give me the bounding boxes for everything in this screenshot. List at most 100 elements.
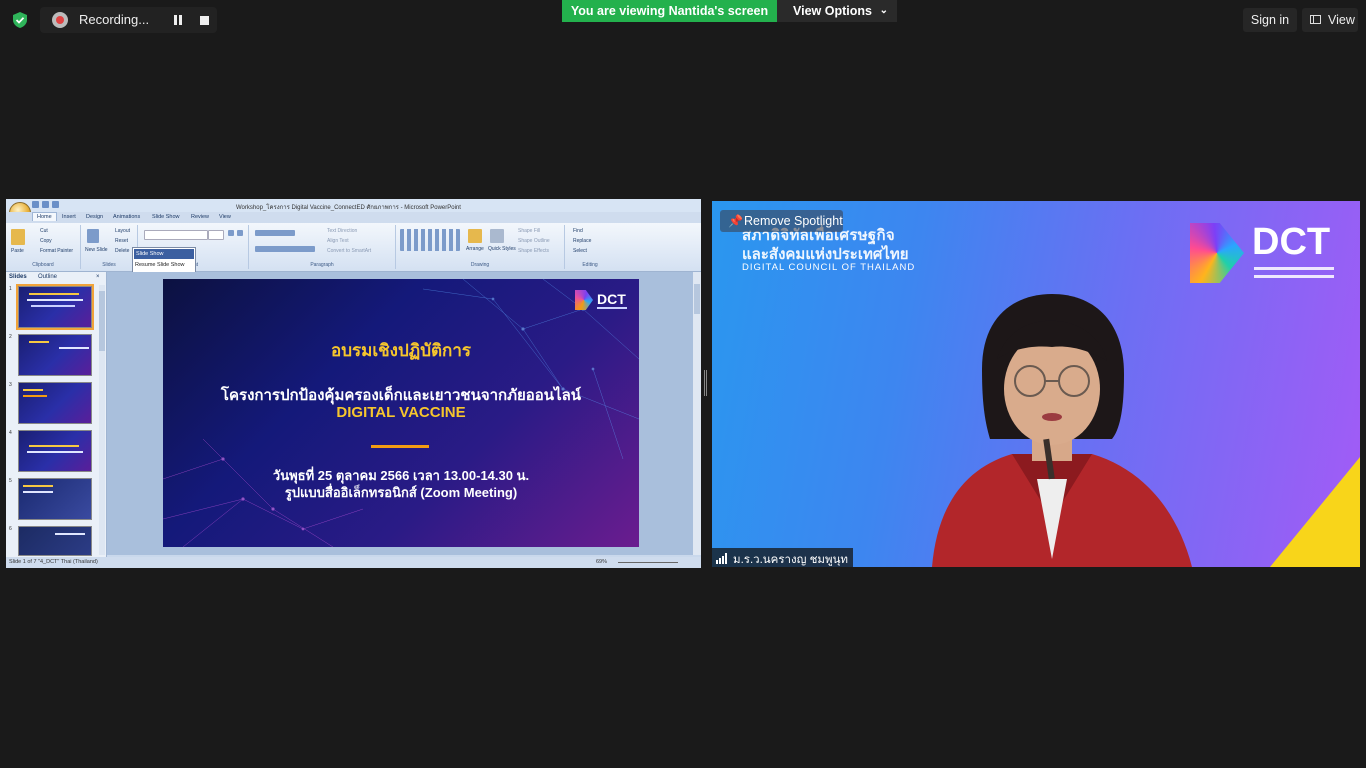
recording-label: Recording... [79,12,150,27]
recording-indicator: Recording... [40,7,217,33]
paragraph-group: Text Direction Align Text Convert to Sma… [249,225,396,269]
dct-logo-mark-icon [1190,223,1244,283]
reset-button[interactable]: Reset [115,238,128,244]
tab-home[interactable]: Home [32,212,57,221]
arrange-icon[interactable] [468,229,482,243]
view-label: View [1328,13,1355,27]
convert-smartart-button[interactable]: Convert to SmartArt [327,248,371,254]
thumb-number: 3 [9,382,12,388]
slide-thumbnail[interactable] [18,478,92,520]
remove-spotlight-button[interactable]: 📌 Remove Spotlight [720,210,843,232]
tab-outline[interactable]: Outline [38,274,57,280]
clipboard-group: Paste Cut Copy Format Painter Clipboard [6,225,81,269]
ppt-window-title: Workshop_โครงการ Digital Vaccine_Connect… [236,205,461,211]
format-painter-button[interactable]: Format Painter [40,248,73,254]
clipboard-group-label: Clipboard [32,262,54,268]
paragraph-group-label: Paragraph [310,262,334,268]
viewing-screen-banner: You are viewing Nantida's screen [562,0,777,22]
shrink-font-icon[interactable] [237,230,243,236]
dct-background-logo: DCT [1190,221,1340,289]
slide-divider [371,445,429,448]
status-left: Slide 1 of 7 "4_DCT" Thai (Thailand) [9,559,98,565]
yellow-accent-shape [1270,457,1360,567]
tab-slide-show[interactable]: Slide Show [152,214,180,220]
shared-screen-powerpoint[interactable]: Workshop_โครงการ Digital Vaccine_Connect… [6,199,701,568]
stop-recording-button[interactable] [200,16,209,25]
editing-group: Find Replace Select Editing [565,225,615,269]
slideshow-dropdown[interactable]: Slide Show Resume Slide Show [132,247,196,273]
chevron-down-icon: ⌄ [879,5,888,16]
dct-background-logo-text: DCT [1252,221,1331,263]
tab-design[interactable]: Design [86,214,103,220]
font-name-box[interactable] [144,230,208,240]
view-button[interactable]: View [1302,8,1358,32]
split-view-divider[interactable] [704,370,707,396]
shapes-gallery[interactable] [400,229,460,251]
quick-styles-label[interactable]: Quick Styles [488,246,516,252]
tab-animations[interactable]: Animations [113,214,140,220]
delete-button[interactable]: Delete [115,248,129,254]
find-button[interactable]: Find [573,228,583,234]
slide-thumbnail[interactable] [18,430,92,472]
sign-in-button[interactable]: Sign in [1243,8,1297,32]
virtual-bg-org-english: DIGITAL COUNCIL OF THAILAND [742,262,916,273]
shape-outline-button[interactable]: Shape Outline [518,238,550,244]
thumb-number: 2 [9,334,12,340]
dct-logo-mark-icon [575,290,593,310]
security-shield-icon[interactable] [11,11,29,29]
slide-thumbnail[interactable] [18,526,92,556]
resume-slideshow-item[interactable]: Resume Slide Show [135,262,185,268]
tab-view[interactable]: View [219,214,231,220]
close-pane-icon[interactable]: × [96,274,100,280]
new-slide-label[interactable]: New Slide [85,247,108,253]
slide-scrollbar[interactable] [693,272,701,555]
replace-button[interactable]: Replace [573,238,591,244]
slides-group: New Slide Layout Reset Delete Slides [81,225,138,269]
thumb-number: 4 [9,430,12,436]
paste-label[interactable]: Paste [11,248,24,254]
editing-group-label: Editing [582,262,598,268]
slides-pane: Slides Outline × 1 2 3 4 5 6 [6,272,107,557]
align-text-button[interactable]: Align Text [327,238,349,244]
shape-fill-button[interactable]: Shape Fill [518,228,540,234]
view-options-button[interactable]: View Options ⌄ [777,0,897,22]
align-icons[interactable] [255,246,315,252]
cut-button[interactable]: Cut [40,228,48,234]
slide-thumbnail[interactable] [18,382,92,424]
text-direction-button[interactable]: Text Direction [327,228,357,234]
font-size-box[interactable] [208,230,224,240]
copy-button[interactable]: Copy [40,238,52,244]
slide-title: อบรมเชิงปฏิบัติการ [331,341,471,360]
ribbon-tabs: Home Insert Design Animations Slide Show… [6,212,701,223]
thumb-number: 5 [9,478,12,484]
tab-insert[interactable]: Insert [62,214,76,220]
ribbon: Paste Cut Copy Format Painter Clipboard … [6,223,701,272]
slideshow-dropdown-selected[interactable]: Slide Show [134,249,194,259]
quick-access-toolbar[interactable] [32,201,72,210]
ppt-status-bar: Slide 1 of 7 "4_DCT" Thai (Thailand) 69% [6,557,701,568]
bullets-icon[interactable] [255,230,295,236]
pane-scrollbar[interactable] [99,285,105,555]
paste-icon[interactable] [11,229,25,245]
slide-format-line: รูปแบบสื่ออิเล็กทรอนิกส์ (Zoom Meeting) [284,485,518,500]
participant-video-tile[interactable]: สภาดิจิทัลเพื่อเศรษฐกิจ และสังคมแห่งประเ… [712,201,1360,567]
participant-name: ม.ร.ว.นครางญ ชมพูนุท [733,554,849,566]
pause-recording-button[interactable] [172,14,184,26]
slide-content: DCT อบรมเชิงปฏิบัติการ โครงการปกป้องคุ้ม… [163,279,639,547]
layout-button[interactable]: Layout [115,228,130,234]
zoom-slider[interactable] [618,562,678,563]
slide-thumbnail[interactable] [16,284,94,330]
layout-icon [1310,15,1321,24]
select-button[interactable]: Select [573,248,587,254]
quick-styles-icon[interactable] [490,229,504,243]
slide-thumbnail[interactable] [18,334,92,376]
new-slide-icon[interactable] [87,229,99,243]
pane-tabs: Slides Outline × [6,272,106,283]
view-options-label: View Options [793,4,872,18]
tab-review[interactable]: Review [191,214,209,220]
shape-effects-button[interactable]: Shape Effects [518,248,549,254]
tab-slides[interactable]: Slides [9,274,27,280]
grow-font-icon[interactable] [228,230,234,236]
speaker-video-feed [932,294,1192,567]
arrange-label[interactable]: Arrange [466,246,484,252]
